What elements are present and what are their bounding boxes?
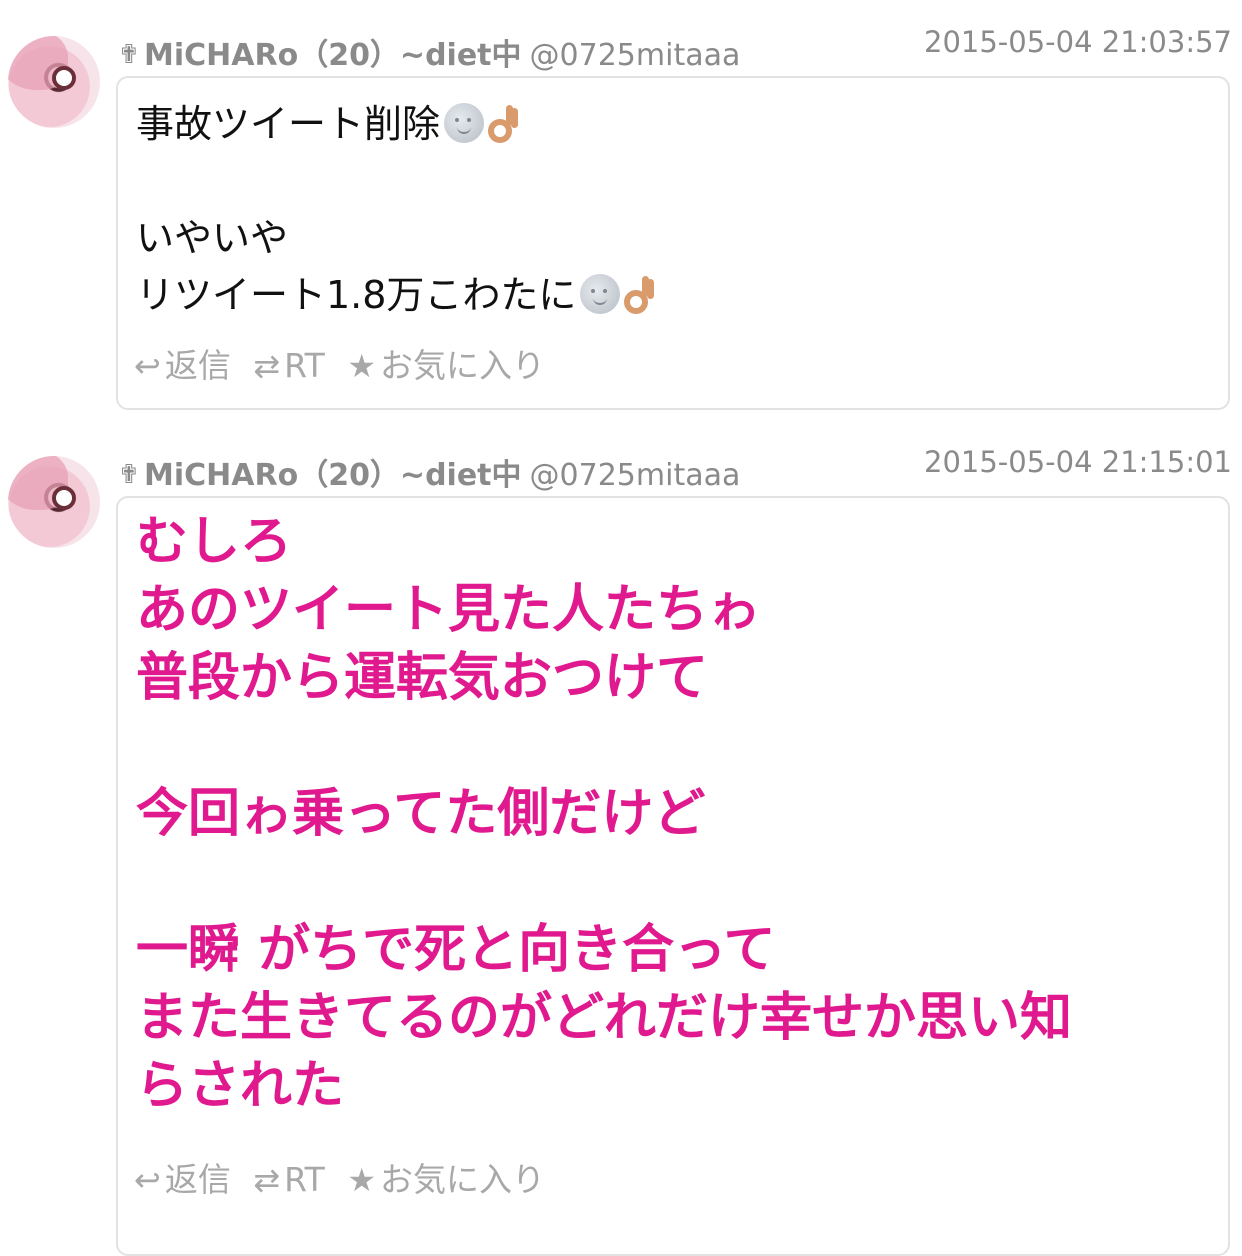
retweet-button[interactable]: ⇄ RT (253, 346, 325, 385)
retweet-icon: ⇄ (253, 347, 281, 385)
cross-icon: ✟ (118, 40, 140, 70)
timestamp: 2015-05-04 21:15:01 (924, 445, 1232, 479)
user-handle[interactable]: @0725mitaaa (530, 38, 741, 73)
moon-face-icon (580, 274, 621, 314)
tweet-actions: ↩ 返信 ⇄ RT ★ お気に入り (134, 346, 557, 386)
cross-icon: ✟ (118, 460, 140, 490)
moon-face-icon (444, 103, 485, 143)
star-icon: ★ (347, 1161, 376, 1199)
tweet-header: ✟ MiCHARo（20）~diet中 @0725mitaaa 2015-05-0… (118, 445, 1232, 496)
retweet-icon: ⇄ (253, 1161, 281, 1199)
tweet-text: 事故ツイート削除 いやいや リツイート1.8万こわたに (136, 96, 1214, 324)
avatar[interactable] (8, 456, 100, 548)
tweet-text: むしろ あのツイート見た人たちゎ 普段から運転気おつけて 今回ゎ乗ってた側だけど… (136, 512, 1073, 1116)
reply-button[interactable]: ↩ 返信 (134, 1160, 231, 1199)
tweet-body: むしろ あのツイート見た人たちゎ 普段から運転気おつけて 今回ゎ乗ってた側だけど… (116, 496, 1230, 1256)
star-icon: ★ (347, 347, 376, 385)
tweet-header: ✟ MiCHARo（20）~diet中 @0725mitaaa 2015-05-0… (118, 25, 1232, 76)
timestamp: 2015-05-04 21:03:57 (924, 25, 1232, 59)
user-name[interactable]: MiCHARo（20）~diet中 @0725mitaaa (144, 458, 740, 494)
ok-hand-icon (488, 105, 518, 143)
avatar[interactable] (8, 36, 100, 128)
favorite-button[interactable]: ★ お気に入り (347, 346, 545, 385)
ok-hand-icon (624, 276, 654, 314)
reply-icon: ↩ (134, 1161, 161, 1199)
favorite-button[interactable]: ★ お気に入り (347, 1160, 545, 1199)
retweet-button[interactable]: ⇄ RT (253, 1160, 325, 1199)
reply-icon: ↩ (134, 347, 161, 385)
reply-button[interactable]: ↩ 返信 (134, 346, 231, 385)
user-handle[interactable]: @0725mitaaa (530, 458, 741, 493)
user-name[interactable]: MiCHARo（20）~diet中 @0725mitaaa (144, 38, 740, 74)
tweet-body: 事故ツイート削除 いやいや リツイート1.8万こわたに ↩ 返信 ⇄ RT ★ お気に… (116, 76, 1230, 410)
tweet-actions: ↩ 返信 ⇄ RT ★ お気に入り (134, 1160, 557, 1200)
